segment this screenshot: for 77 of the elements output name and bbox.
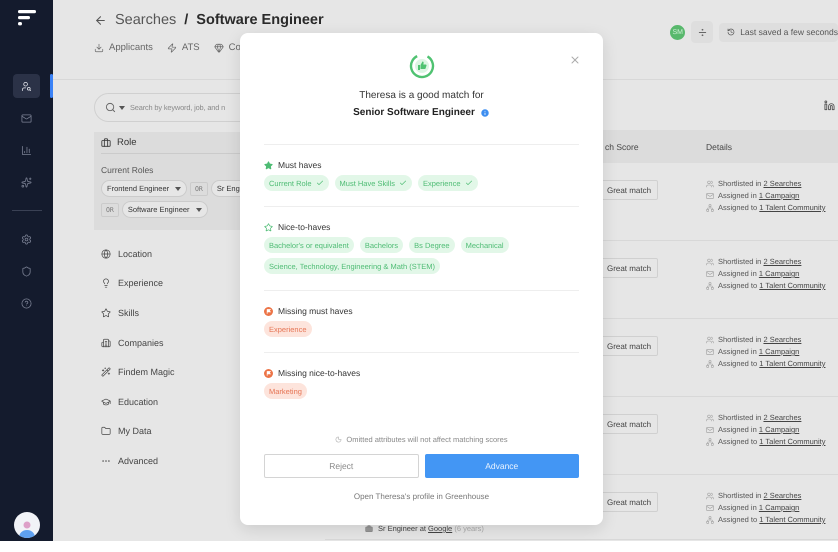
logo-icon	[18, 10, 36, 26]
caret-icon	[175, 186, 181, 190]
people-icon	[706, 336, 714, 344]
people-icon	[706, 258, 714, 266]
match-score-button[interactable]: Great match	[600, 414, 658, 434]
download-icon	[94, 42, 104, 52]
flag-icon	[264, 368, 273, 378]
building-icon	[101, 338, 111, 348]
tab[interactable]: Co	[214, 42, 241, 53]
mail-icon	[21, 112, 32, 124]
briefcase-icon	[365, 524, 373, 532]
close-icon[interactable]	[569, 54, 581, 66]
divide-icon	[696, 26, 708, 38]
mail-icon	[706, 192, 714, 200]
column-header: Details	[698, 130, 838, 163]
sparkles-icon	[21, 176, 32, 188]
gem-icon	[214, 42, 224, 52]
reject-button[interactable]: Reject	[264, 454, 418, 478]
info-icon[interactable]	[480, 108, 490, 118]
star-outline-icon	[264, 222, 273, 232]
avatar[interactable]	[14, 512, 40, 538]
group-label: Current Roles	[101, 165, 154, 175]
moon-icon	[335, 436, 342, 443]
match-score-button[interactable]: Great match	[600, 258, 658, 278]
history-icon	[727, 28, 736, 36]
match-score-button[interactable]: Great match	[600, 492, 658, 512]
chart-icon	[21, 144, 32, 156]
folder-icon	[101, 426, 111, 436]
globe-icon	[101, 248, 111, 259]
divide-button[interactable]	[691, 21, 714, 43]
lightning-icon	[166, 42, 177, 52]
people-icon	[706, 414, 714, 422]
section-heading: Nice-to-haves	[278, 222, 330, 232]
filter-item[interactable]: My Data	[101, 416, 325, 446]
last-saved-status: Last saved a few seconds	[719, 22, 838, 42]
breadcrumb-separator: /	[184, 12, 188, 28]
network-icon	[706, 438, 714, 446]
mail-icon	[706, 426, 714, 434]
people-icon	[706, 492, 714, 500]
star-icon	[101, 308, 111, 318]
people-icon	[706, 180, 714, 188]
section-heading: Must haves	[278, 160, 322, 170]
graduation-cap-icon	[101, 396, 111, 407]
magic-wand-icon	[101, 367, 111, 378]
section-heading: Missing nice-to-haves	[278, 368, 360, 378]
network-icon	[706, 282, 714, 290]
dialog-title: Theresa is a good match for	[358, 90, 485, 101]
match-score-button[interactable]: Great match	[600, 180, 658, 200]
network-icon	[706, 360, 714, 368]
page-title: Software Engineer	[196, 12, 324, 28]
mail-icon	[706, 504, 714, 512]
network-icon	[706, 204, 714, 212]
help-icon	[21, 298, 32, 308]
linkedin-icon[interactable]	[824, 100, 835, 110]
star-icon	[264, 160, 273, 170]
role-name: Senior Software Engineer	[353, 107, 475, 118]
back-icon[interactable]	[94, 14, 107, 26]
caret-icon	[196, 208, 202, 212]
filter-title: Role	[117, 137, 137, 148]
flag-icon	[264, 306, 273, 316]
tab[interactable]: ATS	[166, 42, 200, 53]
profile-link[interactable]: Open Theresa's profile in Greenhouse	[264, 492, 579, 501]
shield-icon	[21, 266, 32, 276]
breadcrumb-link[interactable]: Searches	[115, 12, 176, 28]
settings-icon	[21, 234, 32, 244]
caret-icon	[119, 106, 125, 110]
thumbs-up-badge-icon	[408, 53, 434, 79]
briefcase-icon	[101, 138, 111, 148]
lightbulb-icon	[101, 278, 111, 288]
search-icon	[105, 102, 116, 113]
network-icon	[706, 516, 714, 524]
mail-icon	[706, 348, 714, 356]
tab[interactable]: Applicants	[94, 42, 153, 53]
mail-icon	[706, 270, 714, 278]
section-heading: Missing must haves	[278, 306, 353, 316]
match-score-button[interactable]: Great match	[600, 336, 658, 356]
person-search-icon	[21, 80, 32, 92]
